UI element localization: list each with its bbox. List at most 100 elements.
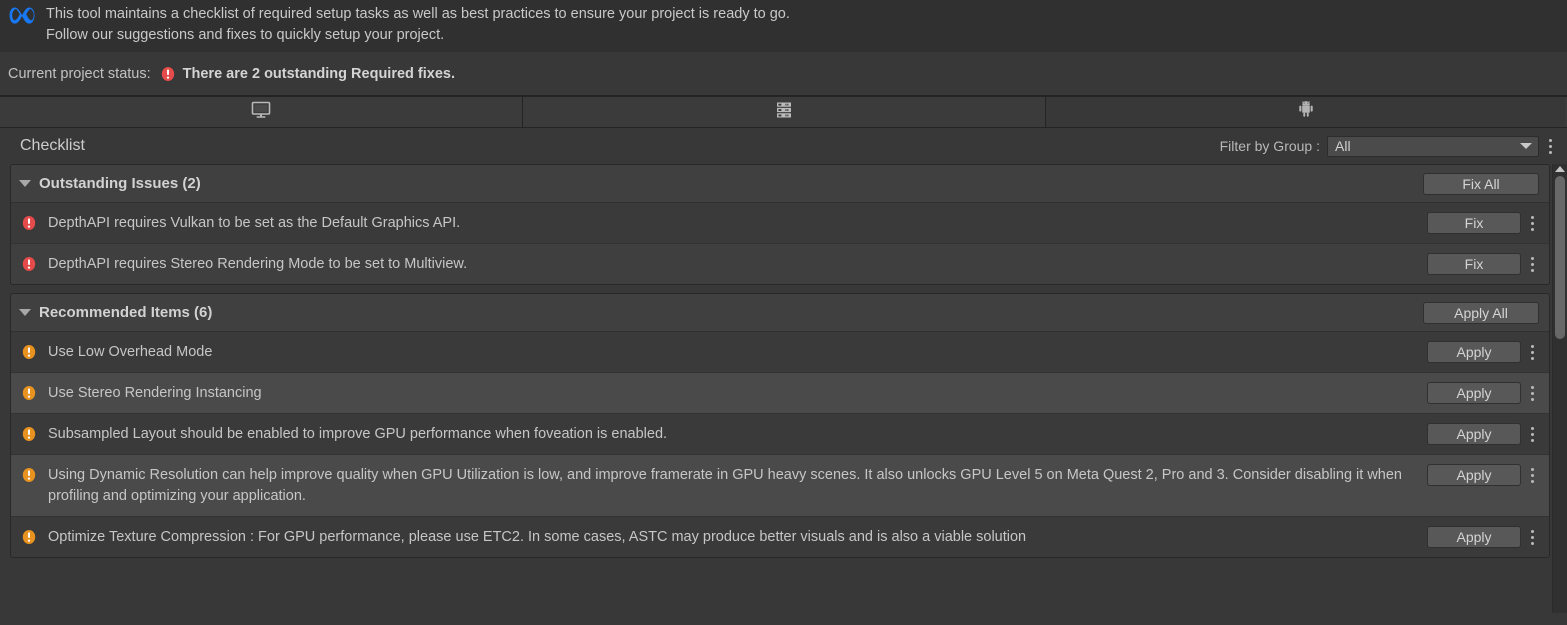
group-header[interactable]: Recommended Items (6) Apply All bbox=[11, 294, 1549, 332]
table-row[interactable]: Use Low Overhead Mode Apply bbox=[11, 332, 1549, 373]
row-text: Optimize Texture Compression : For GPU p… bbox=[48, 529, 1027, 545]
group-title: Recommended Items (6) bbox=[39, 304, 213, 321]
apply-button[interactable]: Apply bbox=[1427, 382, 1521, 404]
kebab-dot bbox=[1530, 351, 1534, 354]
monitor-icon bbox=[251, 101, 271, 124]
kebab-dot bbox=[1548, 144, 1552, 148]
filter-by-group-dropdown[interactable]: All bbox=[1327, 135, 1539, 157]
row-text: Subsampled Layout should be enabled to i… bbox=[48, 426, 668, 442]
row-options-menu-button[interactable] bbox=[1521, 373, 1543, 401]
kebab-dot bbox=[1548, 150, 1552, 154]
project-status-label: Current project status: bbox=[8, 65, 151, 82]
filter-by-group-value: All bbox=[1335, 138, 1351, 154]
warning-icon bbox=[21, 344, 39, 365]
kebab-dot bbox=[1530, 427, 1534, 430]
row-options-menu-button[interactable] bbox=[1521, 414, 1543, 442]
kebab-dot bbox=[1530, 468, 1534, 471]
kebab-dot bbox=[1530, 345, 1534, 348]
kebab-dot bbox=[1530, 228, 1534, 231]
checklist-options-menu-button[interactable] bbox=[1539, 138, 1561, 154]
row-options-menu-button[interactable] bbox=[1521, 455, 1543, 483]
row-action: Fix bbox=[1427, 203, 1521, 234]
kebab-dot bbox=[1530, 357, 1534, 360]
filter-by-group-label: Filter by Group : bbox=[1219, 138, 1320, 154]
apply-all-button[interactable]: Apply All bbox=[1423, 301, 1539, 324]
group-recommended-items: Recommended Items (6) Apply All Use Low … bbox=[10, 293, 1550, 558]
warning-icon bbox=[21, 529, 39, 550]
table-row[interactable]: Optimize Texture Compression : For GPU p… bbox=[11, 517, 1549, 557]
tab-standalone[interactable] bbox=[0, 97, 523, 127]
apply-button[interactable]: Apply bbox=[1427, 526, 1521, 548]
row-action: Apply bbox=[1427, 455, 1521, 486]
row-options-menu-button[interactable] bbox=[1521, 203, 1543, 231]
kebab-dot bbox=[1530, 216, 1534, 219]
group-header[interactable]: Outstanding Issues (2) Fix All bbox=[11, 165, 1549, 203]
table-row[interactable]: Subsampled Layout should be enabled to i… bbox=[11, 414, 1549, 455]
checklist-toolbar: Checklist Filter by Group : All bbox=[0, 128, 1567, 164]
row-action: Apply bbox=[1427, 414, 1521, 445]
warning-icon bbox=[21, 385, 39, 406]
apply-button[interactable]: Apply bbox=[1427, 341, 1521, 363]
table-row[interactable]: Use Stereo Rendering Instancing Apply bbox=[11, 373, 1549, 414]
apply-button[interactable]: Apply bbox=[1427, 464, 1521, 486]
kebab-dot bbox=[1530, 530, 1534, 533]
table-row[interactable]: DepthAPI requires Vulkan to be set as th… bbox=[11, 203, 1549, 244]
row-options-menu-button[interactable] bbox=[1521, 332, 1543, 360]
group-title: Outstanding Issues (2) bbox=[39, 175, 201, 192]
row-action: Apply bbox=[1427, 332, 1521, 363]
kebab-dot bbox=[1548, 138, 1552, 142]
kebab-dot bbox=[1530, 536, 1534, 539]
kebab-dot bbox=[1530, 542, 1534, 545]
kebab-dot bbox=[1530, 222, 1534, 225]
kebab-dot bbox=[1530, 392, 1534, 395]
kebab-dot bbox=[1530, 439, 1534, 442]
foldout-triangle-icon[interactable] bbox=[19, 180, 31, 187]
platform-tab-bar bbox=[0, 96, 1567, 128]
checklist-body: Outstanding Issues (2) Fix All DepthAPI … bbox=[0, 164, 1567, 613]
foldout-triangle-icon[interactable] bbox=[19, 309, 31, 316]
error-icon bbox=[21, 215, 39, 236]
kebab-dot bbox=[1530, 257, 1534, 260]
project-status-message: There are 2 outstanding Required fixes. bbox=[182, 65, 455, 82]
scrollbar-thumb[interactable] bbox=[1555, 176, 1565, 339]
kebab-dot bbox=[1530, 480, 1534, 483]
tab-server[interactable] bbox=[523, 97, 1046, 127]
info-header: This tool maintains a checklist of requi… bbox=[0, 0, 1567, 52]
vertical-scrollbar[interactable] bbox=[1552, 164, 1567, 613]
checklist-title: Checklist bbox=[20, 137, 85, 154]
table-row[interactable]: DepthAPI requires Stereo Rendering Mode … bbox=[11, 244, 1549, 284]
warning-icon bbox=[21, 467, 39, 488]
table-row[interactable]: Using Dynamic Resolution can help improv… bbox=[11, 455, 1549, 517]
row-action: Fix bbox=[1427, 244, 1521, 275]
row-text: DepthAPI requires Stereo Rendering Mode … bbox=[48, 256, 468, 272]
header-description-line1: This tool maintains a checklist of requi… bbox=[46, 6, 790, 22]
kebab-dot bbox=[1530, 269, 1534, 272]
apply-button[interactable]: Apply bbox=[1427, 423, 1521, 445]
kebab-dot bbox=[1530, 386, 1534, 389]
android-icon bbox=[1296, 99, 1316, 124]
tab-android[interactable] bbox=[1046, 97, 1565, 127]
row-options-menu-button[interactable] bbox=[1521, 517, 1543, 545]
chevron-down-icon bbox=[1520, 143, 1532, 149]
header-description-line2: Follow our suggestions and fixes to quic… bbox=[46, 27, 445, 43]
kebab-dot bbox=[1530, 398, 1534, 401]
header-description: This tool maintains a checklist of requi… bbox=[46, 2, 790, 46]
error-icon bbox=[160, 66, 176, 82]
warning-icon bbox=[21, 426, 39, 447]
kebab-dot bbox=[1530, 263, 1534, 266]
meta-logo-icon bbox=[0, 2, 46, 26]
row-options-menu-button[interactable] bbox=[1521, 244, 1543, 272]
fix-button[interactable]: Fix bbox=[1427, 212, 1521, 234]
row-text: Use Stereo Rendering Instancing bbox=[48, 385, 262, 401]
fix-button[interactable]: Fix bbox=[1427, 253, 1521, 275]
scroll-up-arrow-icon[interactable] bbox=[1555, 166, 1565, 172]
error-icon bbox=[21, 256, 39, 277]
kebab-dot bbox=[1530, 433, 1534, 436]
fix-all-button[interactable]: Fix All bbox=[1423, 172, 1539, 195]
row-text: Using Dynamic Resolution can help improv… bbox=[48, 467, 1402, 504]
row-action: Apply bbox=[1427, 517, 1521, 548]
group-outstanding-issues: Outstanding Issues (2) Fix All DepthAPI … bbox=[10, 164, 1550, 285]
project-status-bar: Current project status: There are 2 outs… bbox=[0, 52, 1567, 96]
row-text: Use Low Overhead Mode bbox=[48, 344, 213, 360]
row-text: DepthAPI requires Vulkan to be set as th… bbox=[48, 215, 461, 231]
